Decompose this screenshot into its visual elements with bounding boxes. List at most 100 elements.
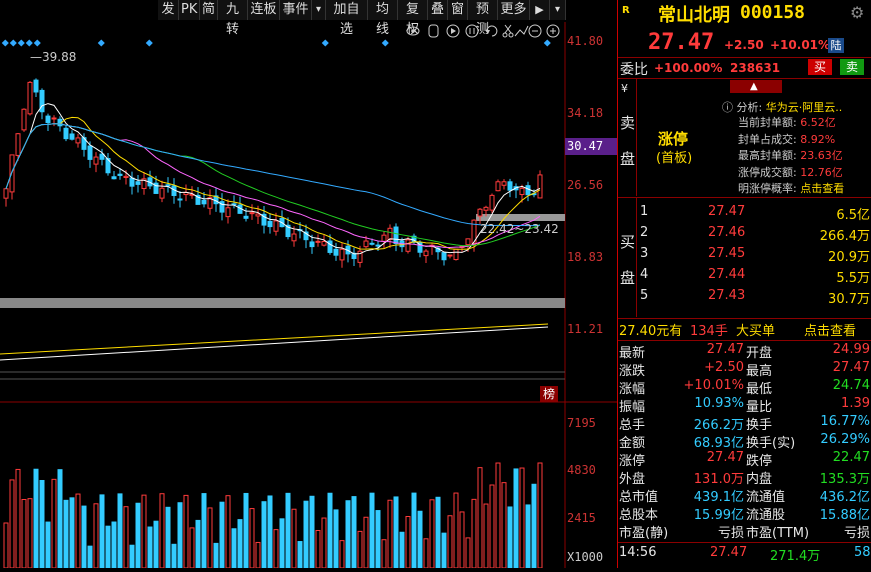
toolbar-menu-icon[interactable]: ▾	[550, 0, 566, 20]
buy-button[interactable]: 买	[808, 59, 832, 75]
candle-body	[249, 212, 255, 215]
buy-order-row[interactable]: 4 27.44 5.5万	[618, 267, 871, 286]
r-badge: R	[622, 5, 630, 16]
volume-bar	[279, 518, 285, 569]
undo-icon[interactable]	[485, 25, 498, 37]
event-marker-icon[interactable]	[9, 39, 17, 47]
volume-bar	[309, 495, 315, 569]
scissors-icon[interactable]	[502, 24, 514, 38]
gear-icon[interactable]: ⚙	[850, 3, 864, 22]
toolbar-button-pk[interactable]: PK	[179, 0, 200, 20]
weibi-ratio: +100.00%	[654, 61, 723, 75]
toolbar-button-ma[interactable]: 均线	[368, 0, 398, 37]
eye-icon[interactable]	[406, 26, 420, 36]
event-marker-icon[interactable]	[33, 39, 41, 47]
toolbar-forward-icon[interactable]: ▶	[530, 0, 550, 20]
event-marker-icon[interactable]	[25, 39, 33, 47]
candle-body	[69, 133, 75, 140]
pause-icon[interactable]	[465, 24, 479, 38]
sell-side-label: ¥ 卖 盘	[618, 78, 637, 196]
volume-bar	[315, 529, 321, 569]
big-order-link[interactable]: 点击查看	[804, 320, 856, 339]
stat-row: 总股本 15.99亿 流通股 15.88亿	[619, 508, 870, 523]
candle-body	[483, 206, 489, 211]
range-label: 22.42~23.42	[480, 222, 559, 236]
stat-row: 涨跌 +2.50 最高 27.47	[619, 360, 870, 379]
collapse-arrow-icon[interactable]: ▲	[730, 80, 782, 93]
toolbar-button-lianban[interactable]: 连板	[248, 0, 280, 20]
toolbar-dropdown-icon[interactable]: ▾	[312, 0, 326, 20]
toolbar-button-fuquan[interactable]: 复权	[398, 0, 428, 37]
buy-order-row[interactable]: 5 27.43 30.7万	[618, 288, 871, 307]
event-marker-icon[interactable]	[97, 39, 105, 47]
volume-bar	[333, 509, 339, 569]
price-axis-label: 26.56	[567, 178, 604, 192]
candle-body	[537, 174, 543, 199]
toolbar-button-add-watchlist[interactable]: 加自选	[326, 0, 368, 37]
candle-body	[465, 238, 471, 246]
candle-body	[501, 181, 507, 186]
toolbar-button-forecast[interactable]: 预测	[468, 0, 498, 37]
weibi-diff: 238631	[730, 61, 781, 75]
volume-bar	[447, 515, 453, 569]
event-marker-icon[interactable]	[543, 39, 551, 47]
volume-bar	[243, 492, 249, 569]
sell-button[interactable]: 卖	[840, 59, 864, 75]
toolbar-button-jian[interactable]: 简	[200, 0, 218, 20]
volume-bar	[189, 527, 195, 569]
volume-bar	[183, 494, 189, 569]
candle-body	[117, 173, 123, 176]
volume-bar	[99, 494, 105, 569]
zoom-out-icon[interactable]	[528, 24, 542, 38]
volume-bar	[213, 542, 219, 569]
toolbar-button-overlay[interactable]: 叠	[428, 0, 448, 20]
toolbar-button-fa[interactable]: 发	[158, 0, 179, 20]
volume-bar	[111, 521, 117, 569]
volume-bar	[81, 505, 87, 569]
volume-bar	[39, 479, 45, 569]
probability-link[interactable]: 点击查看	[800, 182, 844, 195]
rank-badge[interactable]: 榜	[540, 386, 558, 402]
hand-icon[interactable]	[428, 24, 439, 38]
price-change: +2.50	[724, 38, 764, 52]
volume-bar	[93, 503, 99, 569]
kline-chart-svg[interactable]	[0, 22, 617, 569]
volume-bar	[327, 492, 333, 569]
event-marker-icon[interactable]	[145, 39, 153, 47]
event-marker-icon[interactable]	[321, 39, 329, 47]
buy-order-row[interactable]: 1 27.47 6.5亿	[618, 204, 871, 223]
toolbar-button-jiuzhuan[interactable]: 九转	[218, 0, 248, 37]
play-icon[interactable]	[446, 24, 460, 38]
candle-body	[123, 175, 129, 178]
ma250-line	[0, 323, 549, 355]
toolbar-button-window[interactable]: 窗	[448, 0, 468, 20]
stat-row: 涨停 27.47 跌停 22.47	[619, 450, 870, 469]
candle-body	[135, 181, 141, 185]
weibi-label: 委比	[620, 62, 648, 78]
stat-row: 涨幅 +10.01% 最低 24.74	[619, 378, 870, 397]
buy-order-row[interactable]: 2 27.46 266.4万	[618, 225, 871, 244]
event-marker-icon[interactable]	[17, 39, 25, 47]
chart-type-icon[interactable]	[514, 25, 529, 37]
candle-body	[273, 220, 279, 232]
volume-bar	[321, 517, 327, 569]
toolbar-button-more[interactable]: 更多	[498, 0, 530, 20]
toolbar-button-shijian[interactable]: 事件	[280, 0, 312, 20]
candle-body	[507, 181, 513, 191]
volume-axis-label: 2415	[567, 511, 596, 525]
analysis-link[interactable]: 华为云·阿里云..	[766, 101, 843, 114]
buy-order-row[interactable]: 3 27.45 20.9万	[618, 246, 871, 265]
volume-bar	[297, 541, 303, 569]
volume-bar	[399, 531, 405, 569]
event-marker-icon[interactable]	[381, 39, 389, 47]
volume-bar	[51, 478, 57, 569]
volume-bar	[345, 500, 351, 569]
volume-bar	[159, 493, 165, 569]
volume-bar	[33, 468, 39, 569]
candle-body	[27, 81, 33, 115]
candle-body	[393, 226, 399, 244]
kline-chart-area[interactable]: —39.88 22.42~23.42 41.80 34.18 30.47 26.…	[0, 22, 617, 569]
zoom-in-icon[interactable]	[546, 24, 560, 38]
volume-bar	[225, 495, 231, 569]
event-marker-icon[interactable]	[1, 39, 9, 47]
